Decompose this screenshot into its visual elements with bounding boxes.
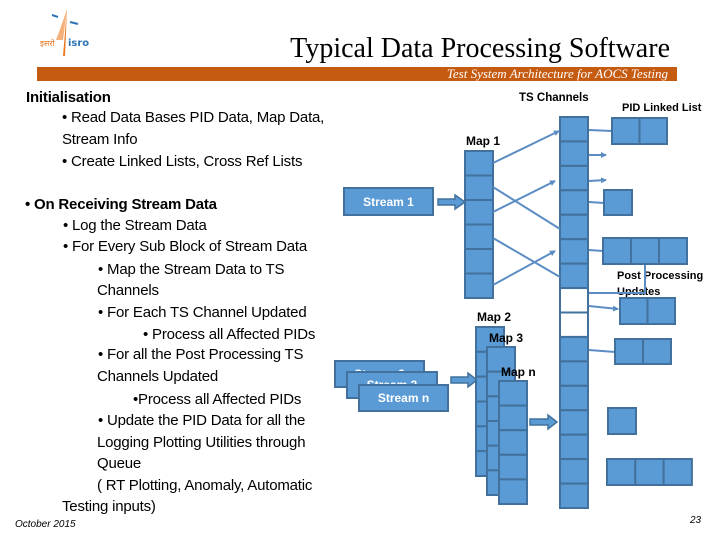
stream-1-label: Stream 1 [363, 195, 414, 209]
map-1-cell [464, 199, 494, 226]
map-connectors [492, 130, 561, 286]
map-to-ts-arrow-icon [529, 413, 559, 431]
pid-node [614, 338, 644, 365]
map-n-cell [498, 429, 528, 456]
map-1-cell [464, 150, 494, 177]
ts-channel-cell [559, 311, 589, 338]
stream-n-box: Stream n [358, 384, 449, 412]
ts-channel-cell [559, 164, 589, 192]
connector-line [588, 177, 607, 184]
ts-channel-cell [559, 189, 589, 216]
ts-channel-cell [559, 140, 589, 167]
pid-node [638, 117, 668, 145]
ts-channel-cell [559, 360, 589, 387]
map-n-cell [498, 404, 528, 432]
pid-node [611, 117, 641, 145]
ts-channel-cell [559, 335, 589, 363]
ts-channel-cell [559, 287, 589, 314]
ts-channel-cell [559, 116, 589, 143]
ts-channels-label: TS Channels [519, 92, 589, 104]
pid-node [646, 297, 676, 325]
pid-node [658, 237, 688, 265]
ts-channel-cell [559, 409, 589, 436]
ts-channel-cell [559, 458, 589, 485]
map-n-column [498, 380, 528, 505]
ts-channel-cell [559, 238, 589, 265]
connector-line [588, 201, 605, 204]
pid-node [607, 407, 637, 435]
pid-node [634, 458, 665, 486]
page-number: 23 [690, 515, 702, 526]
ts-channel-cell [559, 262, 589, 290]
post-processing-label: Post Processing [617, 270, 703, 282]
map-1-cell [464, 248, 494, 275]
footer-date: October 2015 [15, 519, 76, 530]
stream-n-label: Stream n [378, 391, 429, 405]
ts-channel-cell [559, 213, 589, 241]
ts-channel-cell [559, 433, 589, 461]
pid-node [602, 237, 632, 265]
stream-1-box: Stream 1 [343, 187, 434, 216]
map-3-label: Map 3 [489, 331, 523, 345]
ts-channel-cell [559, 482, 589, 509]
map-1-cell [464, 272, 494, 299]
connector-line [588, 305, 619, 312]
map-1-label: Map 1 [466, 134, 500, 148]
map-2-label: Map 2 [477, 310, 511, 324]
connector-line [492, 130, 560, 164]
ts-channels-column [559, 116, 589, 509]
pid-node [662, 458, 693, 486]
architecture-diagram: TS Channels PID Linked List Map 1 Post P… [334, 92, 703, 509]
pid-node [642, 338, 672, 365]
map-1-column [464, 150, 494, 299]
pid-node [603, 189, 633, 216]
connector-line [588, 129, 613, 132]
stream-1-to-map-arrow-icon [437, 193, 467, 211]
ts-channel-cell [559, 384, 589, 412]
pid-node [630, 237, 660, 265]
pid-node [619, 297, 649, 325]
connector-line [588, 349, 616, 353]
connector-line [588, 249, 604, 252]
map-n-cell [498, 478, 528, 505]
stream-n-to-map-arrow-icon [450, 371, 479, 389]
map-n-label: Map n [501, 365, 536, 379]
map-n-cell [498, 453, 528, 481]
map-n-cell [498, 380, 528, 407]
pid-node [606, 458, 637, 486]
pid-linked-list-boxes [602, 117, 693, 486]
map-1-cell [464, 174, 494, 201]
connector-line [492, 237, 561, 278]
map-1-cell [464, 223, 494, 250]
pid-linked-list-label: PID Linked List [622, 102, 702, 114]
